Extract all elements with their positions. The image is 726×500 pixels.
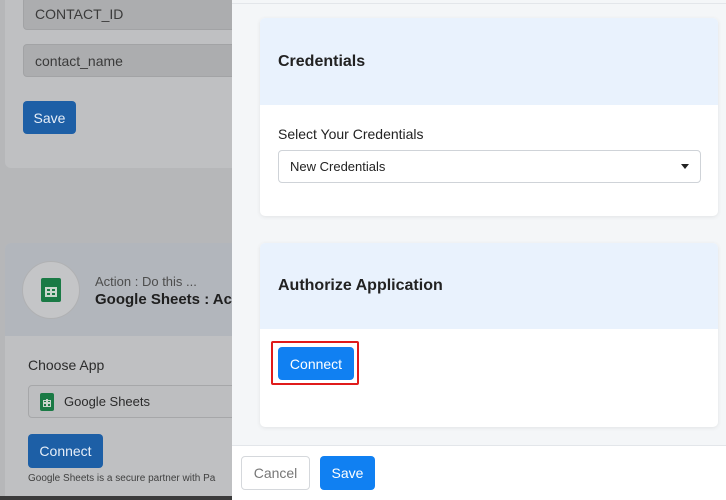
panel-footer: Cancel Save (232, 445, 726, 500)
caret-down-icon (681, 164, 689, 169)
choose-app-label: Choose App (28, 357, 105, 373)
credentials-field-label: Select Your Credentials (278, 126, 424, 142)
action-title: Google Sheets : Ac (95, 291, 232, 308)
save-button[interactable]: Save (320, 456, 375, 490)
panel-top-border (232, 0, 726, 4)
contact-name-field: contact_name (23, 44, 232, 77)
credentials-card: Credentials Select Your Credentials New … (260, 18, 718, 216)
contact-id-field: CONTACT_ID (23, 0, 232, 30)
google-sheets-icon (41, 278, 61, 302)
credentials-select[interactable]: New Credentials (278, 150, 701, 183)
connect-button[interactable]: Connect (278, 347, 354, 380)
google-sheets-icon (40, 392, 54, 411)
background-connect-button: Connect (28, 434, 103, 468)
security-note: Google Sheets is a secure partner with P… (28, 473, 216, 484)
app-select-value: Google Sheets (64, 394, 151, 409)
app-select: Google Sheets (28, 385, 232, 418)
workflow-background: CONTACT_ID contact_name Save Action : Do… (0, 0, 232, 500)
cancel-button[interactable]: Cancel (241, 456, 310, 490)
background-save-button: Save (23, 101, 76, 134)
authorize-heading: Authorize Application (260, 243, 718, 329)
credentials-heading: Credentials (260, 18, 718, 105)
action-subtitle: Action : Do this ... (95, 274, 197, 289)
credentials-select-value: New Credentials (290, 159, 386, 174)
authorize-card: Authorize Application Connect (260, 243, 718, 427)
auth-side-panel: Credentials Select Your Credentials New … (232, 0, 726, 500)
app-logo (22, 261, 80, 319)
taskbar-strip (0, 496, 232, 500)
